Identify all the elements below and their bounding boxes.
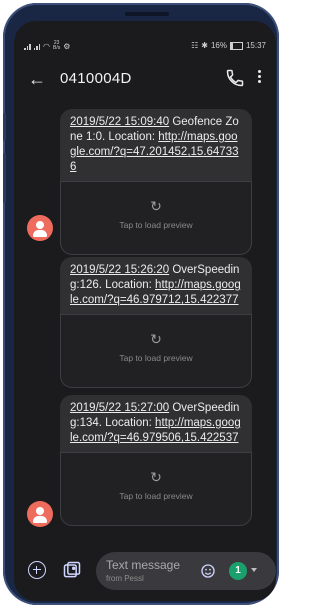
message-input[interactable]: Text message from Pessl 1: [96, 552, 276, 590]
link-preview[interactable]: ↻ Tap to load preview: [60, 452, 252, 526]
battery-percent: 16%: [210, 41, 227, 50]
back-arrow-icon[interactable]: ←: [28, 69, 48, 89]
sim-selector-icon[interactable]: 1: [229, 562, 247, 580]
vpn-icon: ⚙: [63, 41, 71, 51]
phone-icon[interactable]: [225, 68, 245, 88]
emoji-icon[interactable]: [200, 563, 216, 579]
signal-icon-2: [33, 43, 40, 50]
volume-button-2: [3, 153, 6, 203]
more-vertical-icon[interactable]: [254, 68, 264, 88]
bluetooth-icon: ✱: [201, 41, 208, 50]
sender-label: from Pessl: [106, 574, 144, 583]
clock: 15:37: [245, 41, 266, 50]
reload-icon: ↻: [150, 469, 162, 485]
avatar[interactable]: [27, 215, 53, 241]
tap-to-load-label: Tap to load preview: [119, 353, 193, 363]
avatar[interactable]: [27, 501, 53, 527]
composer-bar: Text message from Pessl 1: [14, 549, 276, 593]
reload-icon: ↻: [150, 331, 162, 347]
tap-to-load-label: Tap to load preview: [119, 491, 193, 501]
network-speed: 23 B/s: [52, 40, 61, 51]
battery-icon: [229, 41, 243, 50]
signal-icon: [24, 43, 31, 50]
message-text: 2019/5/22 15:27:00 OverSpeeding:134. Loc…: [60, 395, 252, 452]
volume-button: [3, 113, 6, 141]
link-preview[interactable]: ↻ Tap to load preview: [60, 314, 252, 388]
app-bar: ← 0410004D: [14, 57, 276, 105]
vibrate-icon: ☷: [191, 41, 199, 50]
earpiece: [125, 12, 169, 16]
message-bubble[interactable]: 2019/5/22 15:26:20 OverSpeeding:126. Loc…: [60, 257, 252, 388]
message-input-placeholder: Text message: [106, 558, 181, 572]
add-attachment-icon[interactable]: [28, 561, 46, 579]
message-timestamp: 2019/5/22 15:27:00: [70, 402, 170, 414]
message-timestamp: 2019/5/22 15:09:40: [70, 116, 170, 128]
phone-frame: ◠ 23 B/s ⚙ ☷ ✱ 16% 15:37 ← 0410004D 2019…: [3, 3, 279, 605]
messages-screen: ◠ 23 B/s ⚙ ☷ ✱ 16% 15:37 ← 0410004D 2019…: [14, 21, 276, 601]
message-timestamp: 2019/5/22 15:26:20: [70, 264, 170, 276]
conversation-title: 0410004D: [60, 70, 132, 87]
wifi-icon: ◠: [43, 41, 50, 51]
tap-to-load-label: Tap to load preview: [119, 220, 193, 230]
message-bubble[interactable]: 2019/5/22 15:27:00 OverSpeeding:134. Loc…: [60, 395, 252, 526]
message-text: 2019/5/22 15:09:40 Geofence Zone 1:0. Lo…: [60, 109, 252, 181]
chevron-down-icon[interactable]: [251, 568, 257, 572]
message-bubble[interactable]: 2019/5/22 15:09:40 Geofence Zone 1:0. Lo…: [60, 109, 252, 255]
message-text: 2019/5/22 15:26:20 OverSpeeding:126. Loc…: [60, 257, 252, 314]
status-bar: ◠ 23 B/s ⚙ ☷ ✱ 16% 15:37: [14, 37, 276, 53]
reload-icon: ↻: [150, 198, 162, 214]
link-preview[interactable]: ↻ Tap to load preview: [60, 181, 252, 255]
gallery-icon[interactable]: [62, 560, 82, 580]
